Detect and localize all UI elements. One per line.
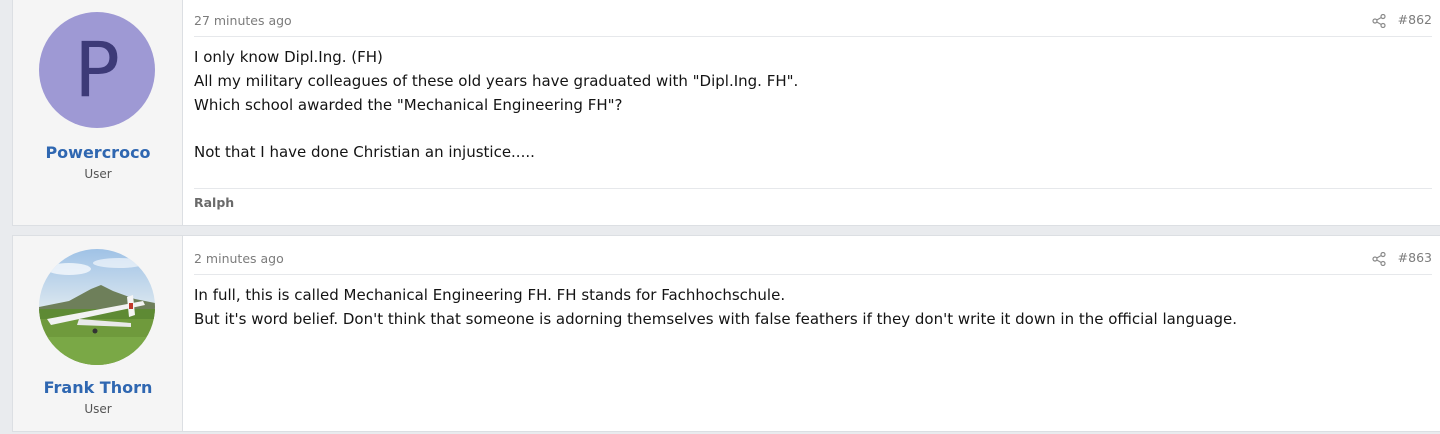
post-body-line: Not that I have done Christian an injust… bbox=[194, 143, 535, 162]
avatar[interactable]: P bbox=[39, 12, 155, 128]
post-body-line: I only know Dipl.Ing. (FH) bbox=[194, 48, 383, 66]
thread: P Powercroco User 27 minutes ago #862 I … bbox=[0, 0, 1440, 434]
post-body: In full, this is called Mechanical Engin… bbox=[194, 284, 1420, 332]
post-body-line: Which school awarded the "Mechanical Eng… bbox=[194, 95, 623, 114]
post-body-line: In full, this is called Mechanical Engin… bbox=[194, 286, 786, 304]
share-icon[interactable] bbox=[1372, 13, 1386, 29]
post: P Powercroco User 27 minutes ago #862 I … bbox=[12, 0, 1440, 226]
post-body-line: But it's word belief. Don't think that s… bbox=[194, 309, 1238, 328]
user-title: User bbox=[84, 167, 112, 181]
post-body: I only know Dipl.Ing. (FH) All my milita… bbox=[194, 46, 1420, 165]
avatar[interactable] bbox=[39, 249, 155, 365]
post-signature: Ralph bbox=[194, 188, 1432, 210]
post-timestamp[interactable]: 2 minutes ago bbox=[194, 251, 284, 266]
glider-photo-icon bbox=[39, 249, 155, 365]
post-timestamp[interactable]: 27 minutes ago bbox=[194, 13, 292, 28]
post: Frank Thorn User 2 minutes ago #863 In f… bbox=[12, 235, 1440, 432]
post-number-link[interactable]: #863 bbox=[1398, 250, 1432, 265]
post-meta: 2 minutes ago #863 bbox=[194, 248, 1432, 275]
username[interactable]: Powercroco bbox=[13, 143, 183, 162]
post-main: 27 minutes ago #862 I only know Dipl.Ing… bbox=[183, 0, 1440, 225]
post-meta: 27 minutes ago #862 bbox=[194, 10, 1432, 37]
user-cell: Frank Thorn User bbox=[13, 236, 183, 431]
user-cell: P Powercroco User bbox=[13, 0, 183, 225]
user-title: User bbox=[84, 402, 112, 416]
username[interactable]: Frank Thorn bbox=[13, 378, 183, 397]
share-icon[interactable] bbox=[1372, 251, 1386, 267]
post-body-line bbox=[194, 117, 1420, 141]
post-main: 2 minutes ago #863 In full, this is call… bbox=[183, 236, 1440, 431]
post-number-link[interactable]: #862 bbox=[1398, 12, 1432, 27]
post-body-line: All my military colleagues of these old … bbox=[194, 71, 799, 90]
